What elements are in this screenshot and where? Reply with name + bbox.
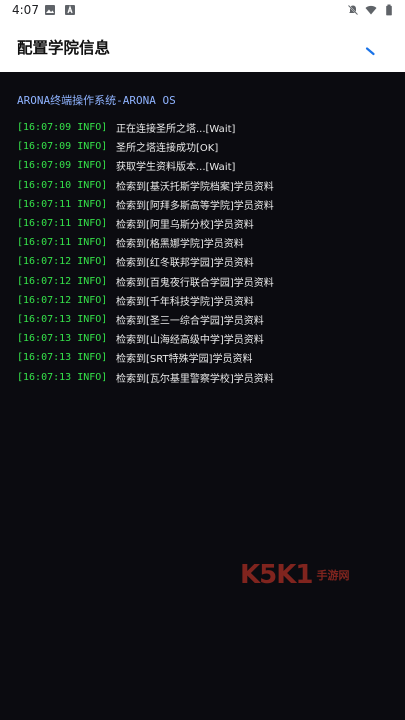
log-message: 获取学生资料版本...[Wait] xyxy=(116,162,236,174)
log-row: [16:07:13 INFO] 检索到[瓦尔基里警察学校]学员资料 xyxy=(17,367,274,386)
status-time: 4:07 xyxy=(12,3,39,17)
log-message: 检索到[百鬼夜行联合学园]学员资料 xyxy=(116,277,274,289)
log-row: [16:07:13 INFO] 检索到[山海经高级中学]学员资料 xyxy=(17,329,274,348)
log-row: [16:07:12 INFO] 检索到[百鬼夜行联合学园]学员资料 xyxy=(17,272,274,291)
log-message: 正在连接圣所之塔...[Wait] xyxy=(116,124,236,136)
gallery-icon xyxy=(45,5,55,15)
log-timestamp: [16:07:13 INFO] xyxy=(17,333,108,345)
log-message: 检索到[阿里乌斯分校]学员资料 xyxy=(116,220,254,232)
log-message: 检索到[红冬联邦学园]学员资料 xyxy=(116,258,254,270)
mute-icon xyxy=(347,4,359,16)
log-message: 检索到[千年科技学院]学员资料 xyxy=(116,296,254,308)
watermark-logo: K5K1 xyxy=(240,560,313,590)
loading-spinner-icon xyxy=(365,47,375,56)
log-timestamp: [16:07:11 INFO] xyxy=(17,218,108,230)
log-timestamp: [16:07:09 INFO] xyxy=(17,122,108,134)
page-title: 配置学院信息 xyxy=(17,39,111,57)
log-row: [16:07:13 INFO] 检索到[SRT特殊学园]学员资料 xyxy=(17,348,274,367)
log-message: 检索到[SRT特殊学园]学员资料 xyxy=(116,354,253,366)
log-message: 检索到[格黑娜学院]学员资料 xyxy=(116,239,244,251)
log-timestamp: [16:07:13 INFO] xyxy=(17,371,108,383)
log-row: [16:07:10 INFO] 检索到[基沃托斯学院档案]学员资料 xyxy=(17,176,274,195)
battery-icon xyxy=(386,4,392,16)
log-row: [16:07:09 INFO] 正在连接圣所之塔...[Wait] xyxy=(17,118,274,137)
log-timestamp: [16:07:10 INFO] xyxy=(17,179,108,191)
log-row: [16:07:11 INFO] 检索到[阿拜多斯高等学院]学员资料 xyxy=(17,195,274,214)
log-row: [16:07:09 INFO] 圣所之塔连接成功[OK] xyxy=(17,137,274,156)
log-timestamp: [16:07:09 INFO] xyxy=(17,160,108,172)
wifi-icon xyxy=(365,5,377,15)
log-message: 检索到[基沃托斯学院档案]学员资料 xyxy=(116,181,274,193)
log-message: 检索到[山海经高级中学]学员资料 xyxy=(116,335,264,347)
log-timestamp: [16:07:12 INFO] xyxy=(17,294,108,306)
app-icon xyxy=(65,5,75,15)
log-message: 检索到[圣三一综合学园]学员资料 xyxy=(116,315,264,327)
log-message: 检索到[瓦尔基里警察学校]学员资料 xyxy=(116,373,274,385)
log-row: [16:07:13 INFO] 检索到[圣三一综合学园]学员资料 xyxy=(17,310,274,329)
log-list: [16:07:09 INFO] 正在连接圣所之塔...[Wait] [16:07:0… xyxy=(17,118,274,387)
log-row: [16:07:11 INFO] 检索到[阿里乌斯分校]学员资料 xyxy=(17,214,274,233)
top-area: 4:07 配置学院信息 xyxy=(0,0,405,72)
status-bar: 4:07 xyxy=(0,0,405,22)
log-timestamp: [16:07:11 INFO] xyxy=(17,237,108,249)
terminal-title: ARONA终端操作系统-ARONA OS xyxy=(17,94,176,107)
log-timestamp: [16:07:12 INFO] xyxy=(17,275,108,287)
log-row: [16:07:12 INFO] 检索到[千年科技学院]学员资料 xyxy=(17,291,274,310)
watermark: K5K1 手游网 xyxy=(240,560,349,590)
log-timestamp: [16:07:09 INFO] xyxy=(17,141,108,153)
terminal-console: ARONA终端操作系统-ARONA OS [16:07:09 INFO] 正在连接… xyxy=(0,72,405,720)
log-row: [16:07:11 INFO] 检索到[格黑娜学院]学员资料 xyxy=(17,233,274,252)
log-timestamp: [16:07:13 INFO] xyxy=(17,352,108,364)
log-timestamp: [16:07:12 INFO] xyxy=(17,256,108,268)
log-timestamp: [16:07:11 INFO] xyxy=(17,198,108,210)
log-message: 检索到[阿拜多斯高等学院]学员资料 xyxy=(116,200,274,212)
log-row: [16:07:12 INFO] 检索到[红冬联邦学园]学员资料 xyxy=(17,252,274,271)
watermark-site: 手游网 xyxy=(316,569,350,582)
log-row: [16:07:09 INFO] 获取学生资料版本...[Wait] xyxy=(17,156,274,175)
log-message: 圣所之塔连接成功[OK] xyxy=(116,143,219,155)
log-timestamp: [16:07:13 INFO] xyxy=(17,313,108,325)
